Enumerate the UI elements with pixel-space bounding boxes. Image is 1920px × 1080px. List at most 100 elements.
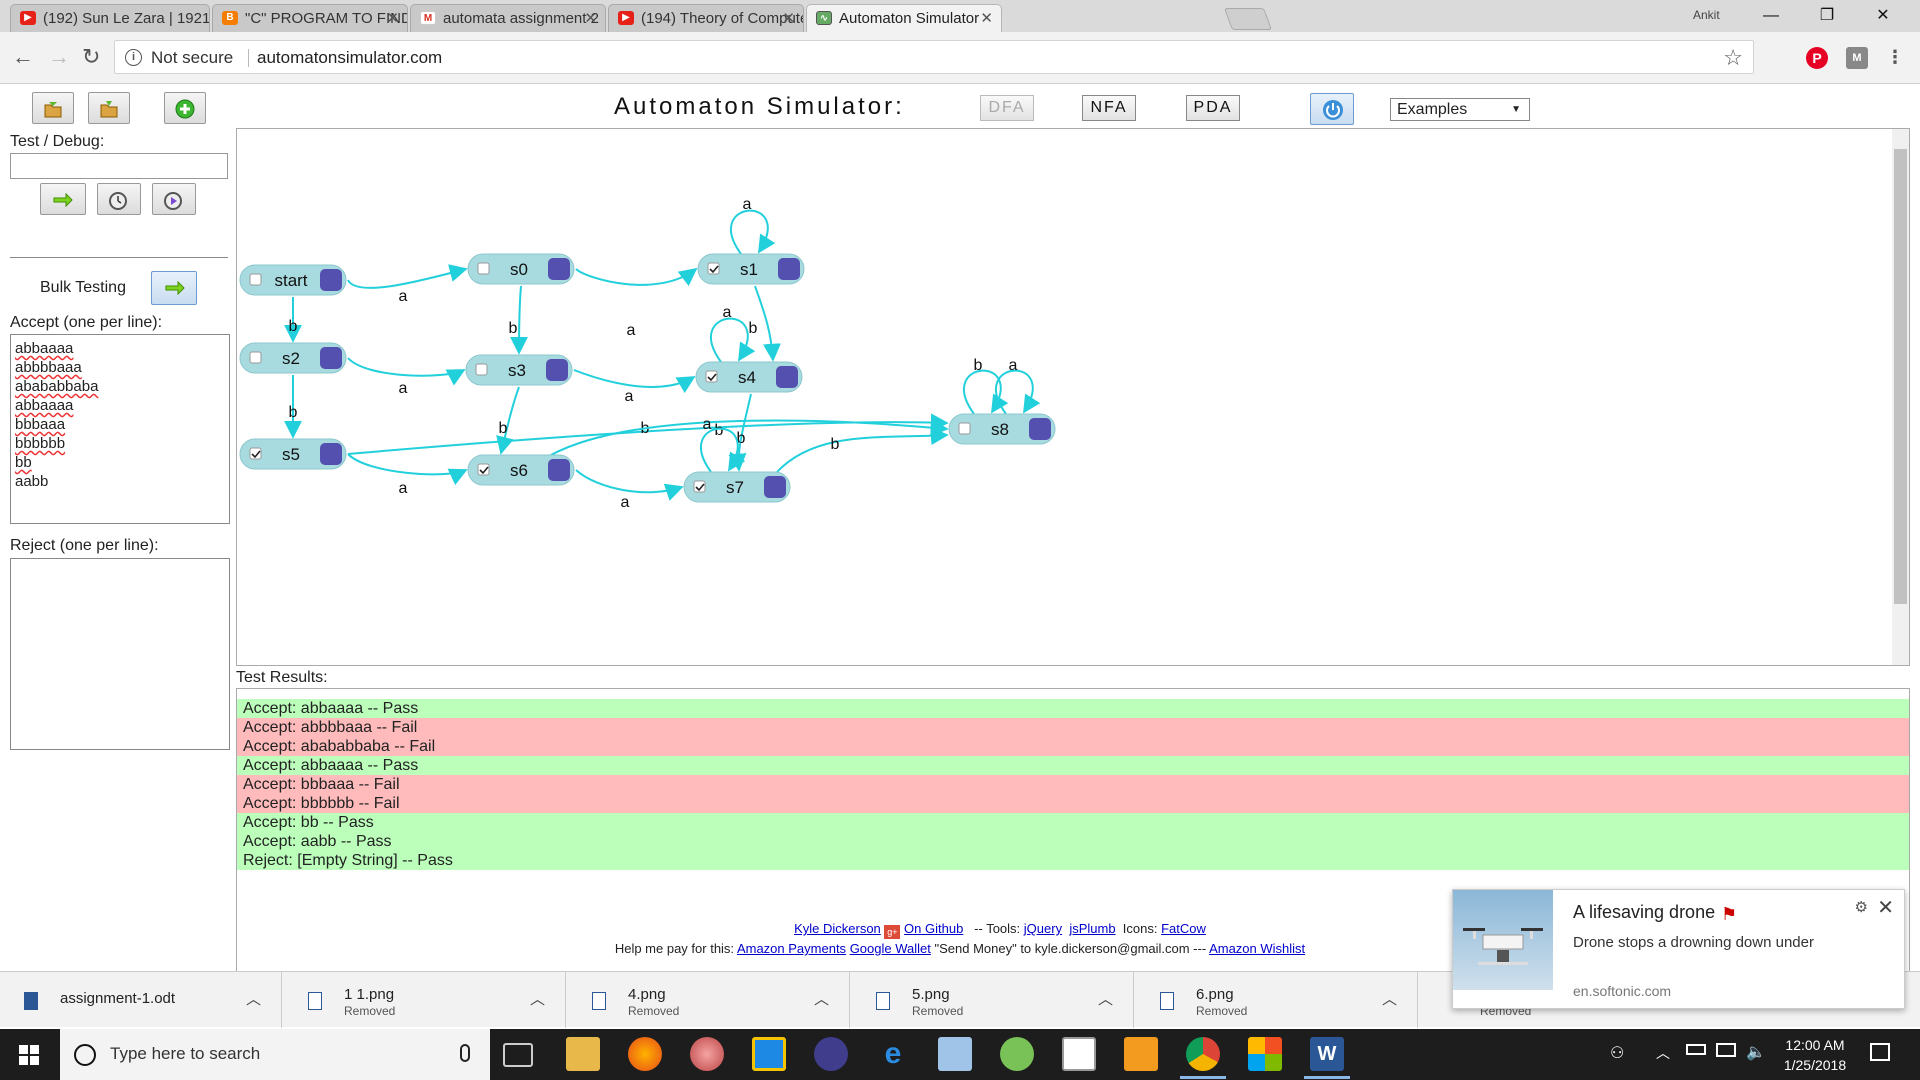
browser-tab[interactable]: B "C" PROGRAM TO FIND ✕: [212, 4, 408, 32]
transition-label[interactable]: a: [743, 196, 752, 213]
transition-label[interactable]: a: [399, 288, 408, 305]
state-node[interactable]: s1: [697, 253, 805, 285]
microphone-icon[interactable]: [460, 1044, 470, 1062]
security-label[interactable]: Not secure: [151, 48, 233, 68]
people-icon[interactable]: ⚇: [1610, 1043, 1624, 1063]
self-loop-edge[interactable]: [729, 209, 776, 255]
transition-label[interactable]: b: [749, 320, 758, 337]
transition-label[interactable]: b: [289, 404, 298, 421]
accept-textarea[interactable]: abbaaaa abbbbaaa abababbaba abbaaaa bbba…: [10, 334, 230, 524]
task-view-icon[interactable]: [503, 1043, 533, 1067]
bookmark-star-icon[interactable]: ☆: [1723, 45, 1743, 71]
drag-handle[interactable]: [1029, 418, 1051, 440]
browser-tab-active[interactable]: ∿ Automaton Simulator ✕: [806, 4, 1002, 32]
eclipse-icon[interactable]: [814, 1037, 848, 1071]
transition-edge[interactable]: [347, 264, 468, 289]
accept-checkbox[interactable]: [958, 422, 971, 435]
chrome-icon[interactable]: [1180, 1037, 1226, 1079]
state-node[interactable]: s2: [239, 342, 347, 374]
file-explorer-icon[interactable]: [566, 1037, 600, 1071]
transition-label[interactable]: b: [289, 318, 298, 335]
drag-handle[interactable]: [548, 459, 570, 481]
google-plus-icon[interactable]: g+: [884, 925, 901, 939]
wishlist-link[interactable]: Amazon Wishlist: [1209, 941, 1305, 956]
bulk-test-button[interactable]: [151, 271, 197, 305]
minimize-icon[interactable]: —: [1748, 0, 1794, 32]
fatcow-link[interactable]: FatCow: [1161, 921, 1206, 936]
state-node[interactable]: s8: [948, 413, 1056, 445]
firefox-icon[interactable]: [628, 1037, 662, 1071]
drag-handle[interactable]: [764, 476, 786, 498]
load-button[interactable]: [32, 92, 74, 124]
edge-icon[interactable]: e: [876, 1037, 910, 1071]
reject-textarea[interactable]: [10, 558, 230, 750]
accept-checkbox[interactable]: [477, 262, 490, 275]
back-icon[interactable]: ←: [12, 46, 34, 68]
state-node[interactable]: s7: [683, 471, 791, 503]
forward-icon[interactable]: →: [48, 46, 70, 68]
github-link[interactable]: On Github: [904, 921, 963, 936]
notification-toast[interactable]: A lifesaving drone ⚑ Drone stops a drown…: [1452, 889, 1905, 1009]
download-item[interactable]: assignment-1.odt ︿: [0, 972, 282, 1028]
add-state-button[interactable]: [164, 92, 206, 124]
transition-edge[interactable]: [573, 369, 696, 394]
transition-label[interactable]: b: [974, 357, 983, 374]
chevron-up-icon[interactable]: ︿: [814, 988, 829, 1009]
state-node[interactable]: s4: [695, 361, 803, 393]
sublime-text-icon[interactable]: [1124, 1037, 1158, 1071]
save-button[interactable]: [88, 92, 130, 124]
info-icon[interactable]: i: [125, 49, 142, 66]
gear-icon[interactable]: ⚙: [1855, 898, 1868, 916]
transition-edge[interactable]: [347, 453, 468, 486]
debug-run-button[interactable]: [152, 183, 196, 215]
state-node[interactable]: s5: [239, 438, 347, 470]
transition-label[interactable]: b: [715, 422, 724, 439]
accept-checkbox[interactable]: [249, 273, 262, 286]
virtualbox-icon[interactable]: [938, 1037, 972, 1071]
battery-icon[interactable]: [1686, 1044, 1706, 1055]
transition-label[interactable]: b: [509, 320, 518, 337]
download-item[interactable]: 5.png Removed ︿: [852, 972, 1134, 1028]
automaton-canvas[interactable]: a b a b a b a b a b a b a b a b a b b a start s0 s1 s2 s3 s4 s5 s6 s…: [236, 128, 1910, 666]
close-icon[interactable]: ✕: [386, 5, 399, 32]
transition-label[interactable]: a: [1009, 357, 1018, 374]
app-icon[interactable]: [752, 1037, 786, 1071]
automaton-graph[interactable]: ab ababababababababb astarts0 s1s2s3 s4s5s6s…: [237, 129, 1892, 665]
pinterest-icon[interactable]: P: [1806, 47, 1828, 69]
state-node[interactable]: start: [239, 264, 347, 296]
transition-label[interactable]: a: [625, 388, 634, 405]
reset-button[interactable]: [1310, 93, 1354, 125]
transition-edge[interactable]: [510, 285, 529, 355]
office-icon[interactable]: [1248, 1037, 1282, 1071]
nfa-mode-button[interactable]: NFA: [1082, 95, 1136, 121]
transition-edge[interactable]: [575, 469, 684, 501]
network-icon[interactable]: [1716, 1043, 1736, 1057]
close-icon[interactable]: ✕: [1877, 895, 1894, 920]
transition-label[interactable]: a: [627, 322, 636, 339]
state-node[interactable]: s6: [467, 454, 575, 486]
transition-label[interactable]: a: [621, 494, 630, 511]
android-studio-icon[interactable]: [1000, 1037, 1034, 1071]
transition-label[interactable]: a: [723, 304, 732, 321]
chevron-up-icon[interactable]: ︿: [1098, 988, 1113, 1009]
dfa-mode-button[interactable]: DFA: [980, 95, 1034, 121]
chevron-up-icon[interactable]: ︿: [1656, 1043, 1670, 1063]
taskbar-search[interactable]: Type here to search: [60, 1029, 490, 1080]
transition-label[interactable]: b: [499, 420, 508, 437]
transition-label[interactable]: a: [399, 380, 408, 397]
chevron-up-icon[interactable]: ︿: [246, 988, 261, 1009]
transition-edge[interactable]: [754, 285, 781, 362]
pda-mode-button[interactable]: PDA: [1186, 95, 1240, 121]
drag-handle[interactable]: [320, 347, 342, 369]
accept-checkbox[interactable]: [475, 363, 488, 376]
self-loop-edge[interactable]: [994, 369, 1041, 415]
omnibox[interactable]: i Not secure automatonsimulator.com ☆: [114, 40, 1754, 74]
jquery-link[interactable]: jQuery: [1024, 921, 1062, 936]
state-node[interactable]: s3: [465, 354, 573, 386]
menu-icon[interactable]: ⋮: [1884, 46, 1906, 68]
accept-checkbox[interactable]: [249, 351, 262, 364]
browser-tab[interactable]: ▶ (194) Theory of Compute ✕: [608, 4, 804, 32]
transition-edge[interactable]: [776, 427, 949, 473]
drag-handle[interactable]: [546, 359, 568, 381]
drag-handle[interactable]: [320, 443, 342, 465]
